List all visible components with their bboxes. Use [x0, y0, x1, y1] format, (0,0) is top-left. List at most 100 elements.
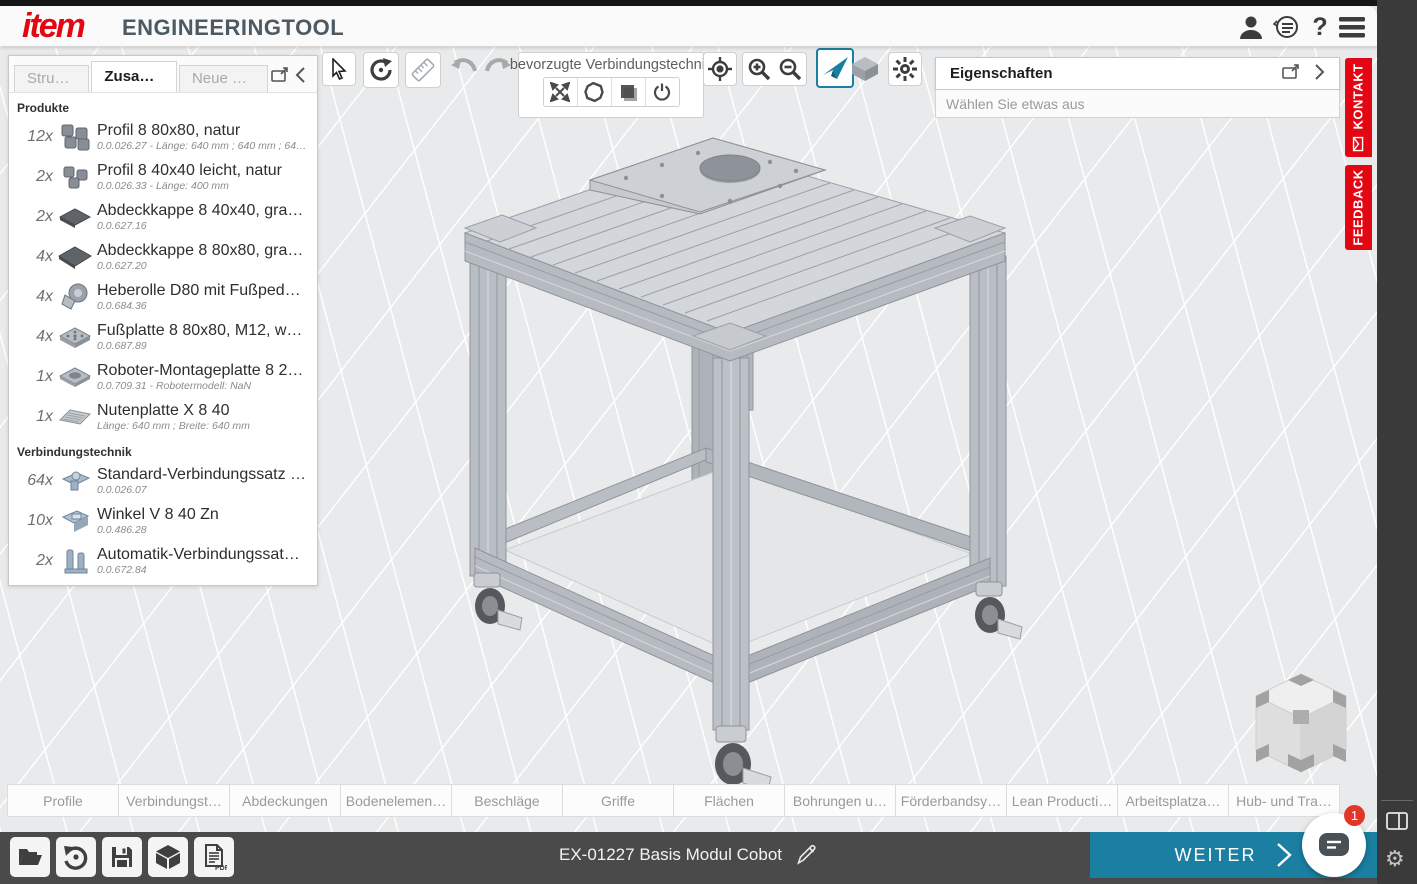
- catalog-tab-abdeckungen[interactable]: Abdeckungen: [229, 784, 341, 817]
- export-3d-button[interactable]: [148, 837, 188, 877]
- export-pdf-button[interactable]: PDF: [194, 837, 234, 877]
- popout-icon[interactable]: [270, 66, 291, 88]
- help-icon[interactable]: ?: [1305, 13, 1335, 41]
- view-cube[interactable]: [1248, 668, 1354, 780]
- left-panel-tabs: Struktur Zusam… Neue O…: [9, 56, 317, 93]
- feedback-label: FEEDBACK: [1351, 169, 1366, 245]
- product-info: Länge: 640 mm ; Breite: 640 mm: [97, 420, 250, 432]
- octagon-icon[interactable]: [578, 78, 612, 106]
- envelope-icon: [1353, 137, 1364, 152]
- side-panel-icon[interactable]: [1386, 812, 1408, 830]
- slot-plate-thumbnail: [53, 400, 97, 434]
- product-name: Nutenplatte X 8 40: [97, 402, 250, 420]
- product-info: 0.0.687.89: [97, 340, 302, 352]
- zoom-out-button[interactable]: [774, 52, 807, 86]
- square-icon[interactable]: [612, 78, 646, 106]
- fly-mode-button[interactable]: [816, 48, 854, 88]
- caster-front: [715, 726, 771, 791]
- catalog-tab-bohrungen[interactable]: Bohrungen u…: [784, 784, 896, 817]
- product-info: 0.0.486.28: [97, 524, 219, 536]
- product-name: Roboter-Montageplatte 8 2…: [97, 362, 303, 380]
- save-button[interactable]: [102, 837, 142, 877]
- catalog-tab-verbindungstechnik[interactable]: Verbindungst…: [118, 784, 230, 817]
- solid-view-icon[interactable]: [850, 56, 880, 82]
- product-name: Abdeckkappe 8 80x80, gra…: [97, 242, 303, 260]
- product-name: Fußplatte 8 80x80, M12, w…: [97, 322, 302, 340]
- catalog-tab-arbeitsplatz[interactable]: Arbeitsplatza…: [1117, 784, 1229, 817]
- section-produkte: Produkte: [9, 93, 317, 117]
- catalog-tab-foerderband[interactable]: Förderbandsy…: [895, 784, 1007, 817]
- properties-placeholder: Wählen Sie etwas aus: [935, 90, 1340, 118]
- undo-icon[interactable]: [449, 55, 479, 81]
- product-info: 0.0.627.16: [97, 220, 303, 232]
- restore-version-button[interactable]: [56, 837, 96, 877]
- rotate-view-button[interactable]: [363, 52, 399, 88]
- product-row[interactable]: 2x Automatik-Verbindungssat…0.0.672.84: [9, 541, 317, 581]
- tab-neue[interactable]: Neue O…: [179, 65, 268, 92]
- catalog-tab-bodenelemente[interactable]: Bodenelemen…: [340, 784, 452, 817]
- product-info: 0.0.026.07: [97, 484, 306, 496]
- viewport-settings-button[interactable]: [888, 52, 922, 86]
- product-info: 0.0.709.31 - Robotermodell: NaN: [97, 380, 303, 392]
- product-row[interactable]: 10x Winkel V 8 40 Zn0.0.486.28: [9, 501, 317, 541]
- connection-tech-options: [543, 77, 680, 107]
- expand-arrows-icon[interactable]: [544, 78, 578, 106]
- auto-connector-thumbnail: [53, 544, 97, 578]
- app-header: item ENGINEERINGTOOL ?: [0, 6, 1377, 47]
- properties-panel: Eigenschaften Wählen Sie etwas aus: [935, 57, 1340, 118]
- product-info: 0.0.627.20: [97, 260, 303, 272]
- feedback-tab[interactable]: FEEDBACK: [1345, 165, 1372, 250]
- news-icon[interactable]: [1272, 13, 1302, 41]
- chat-bubble-icon: [1317, 831, 1351, 859]
- product-name: Winkel V 8 40 Zn: [97, 506, 219, 524]
- parts-list-panel: Struktur Zusam… Neue O… Produkte 12x Pro…: [8, 55, 318, 586]
- kontakt-tab[interactable]: KONTAKT: [1345, 58, 1372, 157]
- measure-tool-button[interactable]: [405, 52, 441, 88]
- collapse-right-panel-icon[interactable]: [1311, 63, 1333, 85]
- popout-icon[interactable]: [1281, 63, 1303, 85]
- catalog-tab-beschlaege[interactable]: Beschläge: [451, 784, 563, 817]
- product-row[interactable]: 2x Profil 8 40x40 leicht, natur0.0.026.3…: [9, 157, 317, 197]
- tab-struktur[interactable]: Struktur: [14, 65, 89, 92]
- product-row[interactable]: 2x Abdeckkappe 8 40x40, gra…0.0.627.16: [9, 197, 317, 237]
- section-verbindungstechnik: Verbindungstechnik: [9, 437, 317, 461]
- catalog-tab-lean-production[interactable]: Lean Producti…: [1006, 784, 1118, 817]
- catalog-tab-griffe[interactable]: Griffe: [562, 784, 674, 817]
- product-row[interactable]: 1x Roboter-Montageplatte 8 2…0.0.709.31 …: [9, 357, 317, 397]
- product-row[interactable]: 12x Profil 8 80x80, natur0.0.026.27 - Lä…: [9, 117, 317, 157]
- product-name: Standard-Verbindungssatz …: [97, 466, 306, 484]
- product-qty: 2x: [9, 168, 53, 186]
- footer-bar: PDF EX-01227 Basis Modul Cobot WEITER: [0, 832, 1377, 884]
- redo-icon[interactable]: [483, 55, 513, 81]
- center-view-button[interactable]: [703, 52, 737, 86]
- caster-thumbnail: [53, 280, 97, 314]
- product-name: Profil 8 40x40 leicht, natur: [97, 162, 282, 180]
- 3d-model-cart[interactable]: [430, 118, 1070, 808]
- catalog-tab-flaechen[interactable]: Flächen: [673, 784, 785, 817]
- cover-cap-thumbnail: [53, 240, 97, 274]
- item-logo: item: [22, 7, 84, 46]
- user-icon[interactable]: [1237, 13, 1267, 41]
- product-row[interactable]: 64x Standard-Verbindungssatz …0.0.026.07: [9, 461, 317, 501]
- menu-icon[interactable]: [1338, 15, 1368, 43]
- product-row[interactable]: 4x Heberolle D80 mit Fußped…0.0.684.36: [9, 277, 317, 317]
- tab-zusammenstellung[interactable]: Zusam…: [91, 61, 177, 92]
- connector-set-thumbnail: [53, 464, 97, 498]
- power-icon[interactable]: [646, 78, 679, 106]
- product-row[interactable]: 4x Fußplatte 8 80x80, M12, w…0.0.687.89: [9, 317, 317, 357]
- profile-40x40-thumbnail: [53, 160, 97, 194]
- connection-tech-panel: bevorzugte Verbindungstechnik: [518, 52, 704, 118]
- product-qty: 10x: [9, 512, 53, 530]
- open-project-button[interactable]: [10, 837, 50, 877]
- zoom-in-button[interactable]: [742, 52, 775, 86]
- connection-tech-dropdown[interactable]: bevorzugte Verbindungstechnik: [510, 57, 712, 73]
- catalog-tab-hub-und-transport[interactable]: Hub- und Tra…: [1228, 784, 1340, 817]
- product-row[interactable]: 1x Nutenplatte X 8 40Länge: 640 mm ; Bre…: [9, 397, 317, 437]
- settings-gear-icon[interactable]: ⚙: [1385, 846, 1405, 872]
- collapse-left-panel-icon[interactable]: [293, 66, 314, 88]
- catalog-tab-profile[interactable]: Profile: [7, 784, 119, 817]
- edit-project-name-icon[interactable]: [794, 843, 818, 867]
- product-info: 0.0.684.36: [97, 300, 301, 312]
- select-tool-button[interactable]: [322, 52, 356, 86]
- product-row[interactable]: 4x Abdeckkappe 8 80x80, gra…0.0.627.20: [9, 237, 317, 277]
